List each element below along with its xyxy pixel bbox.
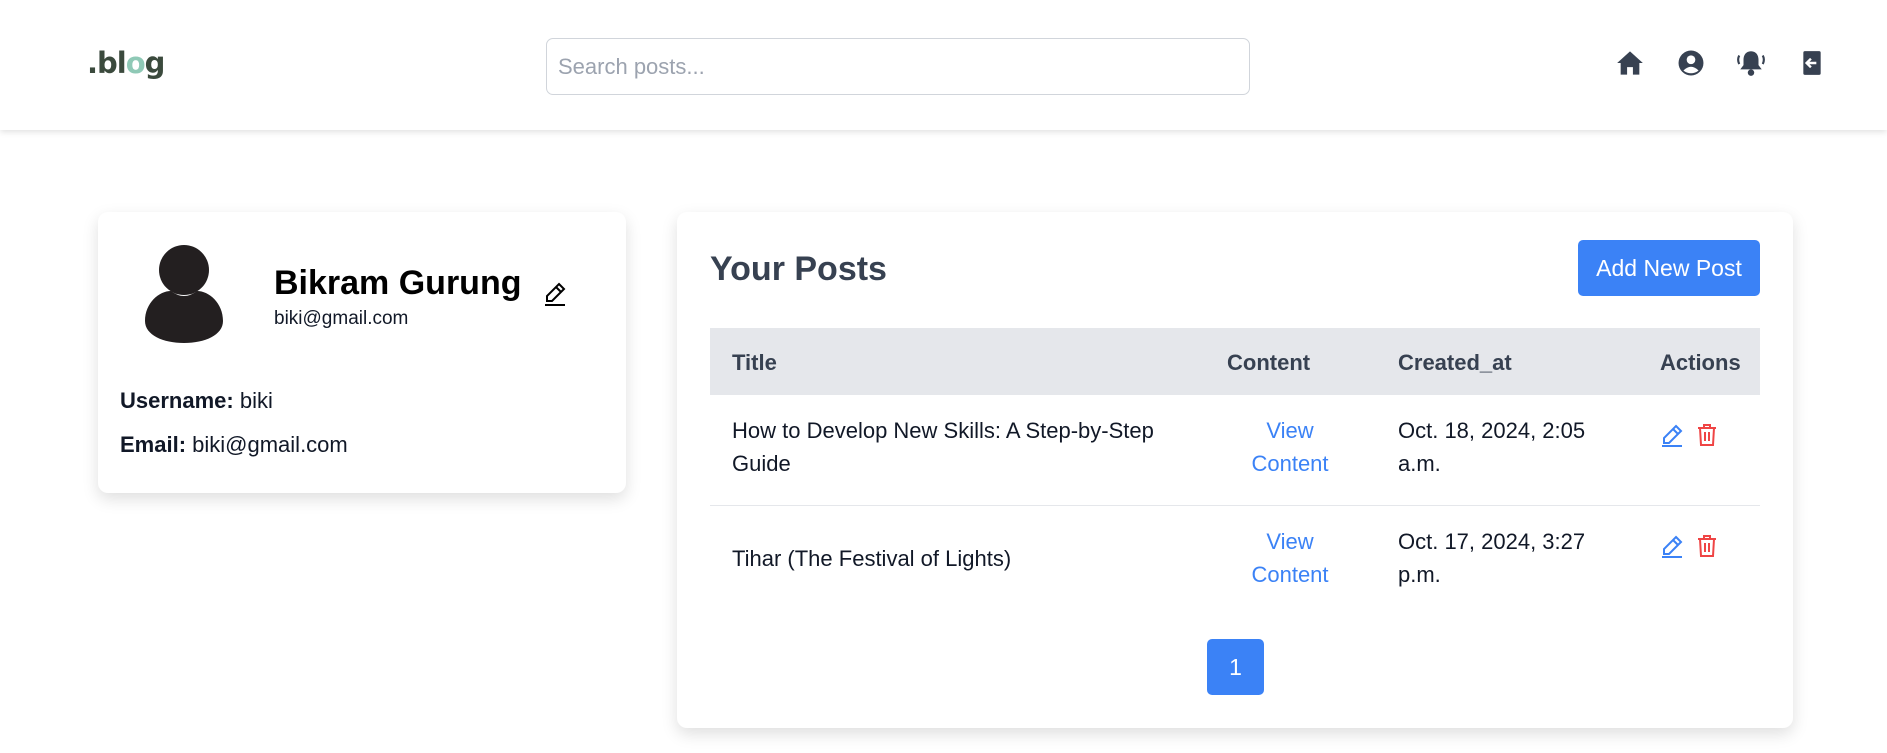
- post-created-at: Oct. 18, 2024, 2:05 a.m.: [1398, 418, 1586, 476]
- column-header-actions: Actions: [1660, 350, 1741, 375]
- avatar: [145, 245, 223, 343]
- edit-post-icon[interactable]: [1660, 534, 1684, 558]
- delete-post-icon[interactable]: [1695, 423, 1719, 447]
- add-new-post-button[interactable]: Add New Post: [1578, 240, 1760, 296]
- table-header: Title Content Created_at Actions: [710, 328, 1760, 395]
- user-circle-icon[interactable]: [1676, 48, 1706, 78]
- profile-name: Bikram Gurung: [274, 264, 522, 302]
- email-detail: Email: biki@gmail.com: [120, 432, 348, 457]
- post-created-at: Oct. 17, 2024, 3:27 p.m.: [1398, 529, 1586, 587]
- top-navbar: .blog: [0, 0, 1887, 130]
- view-content-link[interactable]: View Content: [1240, 525, 1340, 591]
- logout-icon[interactable]: [1797, 48, 1827, 78]
- post-title: Tihar (The Festival of Lights): [732, 546, 1012, 571]
- table-row: Tihar (The Festival of Lights) View Conte…: [710, 506, 1760, 617]
- post-title: How to Develop New Skills: A Step-by-Ste…: [732, 418, 1154, 476]
- table-row: How to Develop New Skills: A Step-by-Ste…: [710, 395, 1760, 506]
- bell-icon[interactable]: [1736, 48, 1766, 78]
- logo[interactable]: .blog: [87, 46, 165, 80]
- pagination-page-button[interactable]: 1: [1207, 639, 1264, 695]
- posts-card: Your Posts Add New Post Title Content Cr…: [677, 212, 1793, 728]
- column-header-title: Title: [732, 350, 777, 375]
- posts-title: Your Posts: [710, 250, 887, 288]
- delete-post-icon[interactable]: [1695, 534, 1719, 558]
- profile-email: biki@gmail.com: [274, 308, 409, 329]
- username-detail: Username: biki: [120, 388, 273, 413]
- edit-post-icon[interactable]: [1660, 423, 1684, 447]
- view-content-link[interactable]: View Content: [1240, 414, 1340, 480]
- profile-card: Bikram Gurung biki@gmail.com Username: b…: [98, 212, 626, 493]
- search-input[interactable]: [546, 38, 1250, 95]
- column-header-created-at: Created_at: [1398, 350, 1512, 375]
- column-header-content: Content: [1227, 350, 1311, 375]
- home-icon[interactable]: [1615, 48, 1645, 78]
- edit-profile-icon[interactable]: [544, 282, 566, 306]
